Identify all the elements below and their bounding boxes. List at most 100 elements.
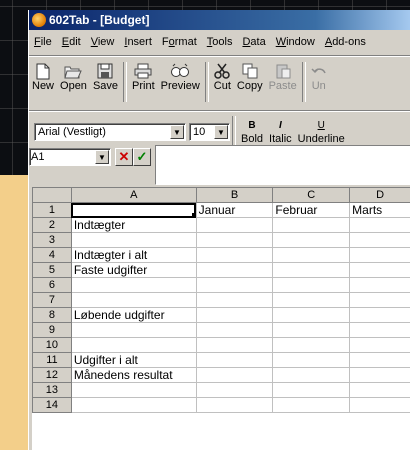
cell-c6[interactable] [272, 277, 351, 293]
cell-d14[interactable] [349, 397, 410, 413]
row-header[interactable]: 11 [32, 352, 72, 368]
italic-button[interactable]: I Italic [266, 119, 295, 145]
cell-b2[interactable] [195, 217, 274, 233]
cancel-edit-button[interactable]: ✕ [115, 148, 133, 166]
copy-button[interactable]: Copy [234, 58, 266, 92]
row-header[interactable]: 5 [32, 262, 72, 278]
cell-b6[interactable] [195, 277, 274, 293]
cell-a11[interactable]: Udgifter i alt [70, 352, 197, 368]
cell-b12[interactable] [195, 367, 274, 383]
row-header[interactable]: 8 [32, 307, 72, 323]
undo-button[interactable]: Un [308, 58, 330, 92]
cell-a4[interactable]: Indtægter i alt [70, 247, 197, 263]
cell-d5[interactable] [349, 262, 410, 278]
new-button[interactable]: New [29, 58, 57, 92]
cell-a7[interactable] [70, 292, 197, 308]
row-header[interactable]: 6 [32, 277, 72, 293]
menu-data[interactable]: Data [237, 36, 270, 48]
cell-a3[interactable] [70, 232, 197, 248]
cell-a8[interactable]: Løbende udgifter [70, 307, 197, 323]
row-header[interactable]: 7 [32, 292, 72, 308]
cell-b1[interactable]: Januar [195, 202, 274, 218]
column-header-d[interactable]: D [349, 187, 410, 203]
column-header-a[interactable]: A [70, 187, 197, 203]
cell-a12[interactable]: Månedens resultat [70, 367, 197, 383]
row-header[interactable]: 1 [32, 202, 72, 218]
cell-a5[interactable]: Faste udgifter [70, 262, 197, 278]
cell-c14[interactable] [272, 397, 351, 413]
cell-d10[interactable] [349, 337, 410, 353]
menu-insert[interactable]: Insert [119, 36, 157, 48]
row-header[interactable]: 14 [32, 397, 72, 413]
cell-d3[interactable] [349, 232, 410, 248]
cell-b4[interactable] [195, 247, 274, 263]
cell-d4[interactable] [349, 247, 410, 263]
cell-c8[interactable] [272, 307, 351, 323]
cell-b7[interactable] [195, 292, 274, 308]
cell-c12[interactable] [272, 367, 351, 383]
cell-d9[interactable] [349, 322, 410, 338]
font-size-dropdown-arrow-icon[interactable]: ▼ [214, 125, 228, 139]
cell-d13[interactable] [349, 382, 410, 398]
cell-a1[interactable] [70, 202, 197, 218]
cell-a2[interactable]: Indtægter [70, 217, 197, 233]
cell-c11[interactable] [272, 352, 351, 368]
cell-a6[interactable] [70, 277, 197, 293]
bold-button[interactable]: B Bold [238, 119, 266, 145]
menu-add-ons[interactable]: Add-ons [320, 36, 371, 48]
cell-b3[interactable] [195, 232, 274, 248]
underline-button[interactable]: U Underline [295, 119, 348, 145]
row-header[interactable]: 10 [32, 337, 72, 353]
cell-a14[interactable] [70, 397, 197, 413]
menu-window[interactable]: Window [271, 36, 320, 48]
cell-c3[interactable] [272, 232, 351, 248]
cell-d12[interactable] [349, 367, 410, 383]
fill-handle[interactable] [191, 213, 196, 217]
open-button[interactable]: Open [57, 58, 90, 92]
row-header[interactable]: 9 [32, 322, 72, 338]
cell-b14[interactable] [195, 397, 274, 413]
menu-format[interactable]: Format [157, 36, 202, 48]
confirm-edit-button[interactable]: ✓ [133, 148, 151, 166]
cell-b13[interactable] [195, 382, 274, 398]
menu-view[interactable]: View [86, 36, 120, 48]
cell-c9[interactable] [272, 322, 351, 338]
cell-b9[interactable] [195, 322, 274, 338]
cell-c7[interactable] [272, 292, 351, 308]
cell-b8[interactable] [195, 307, 274, 323]
cell-b10[interactable] [195, 337, 274, 353]
cut-button[interactable]: Cut [211, 58, 234, 92]
cell-b5[interactable] [195, 262, 274, 278]
print-button[interactable]: Print [129, 58, 158, 92]
cell-d6[interactable] [349, 277, 410, 293]
cell-d11[interactable] [349, 352, 410, 368]
cell-c5[interactable] [272, 262, 351, 278]
cell-a10[interactable] [70, 337, 197, 353]
cell-d2[interactable] [349, 217, 410, 233]
menu-edit[interactable]: Edit [57, 36, 86, 48]
menu-tools[interactable]: Tools [202, 36, 238, 48]
cell-d8[interactable] [349, 307, 410, 323]
paste-button[interactable]: Paste [266, 58, 300, 92]
column-header-c[interactable]: C [272, 187, 351, 203]
cell-c10[interactable] [272, 337, 351, 353]
cell-b11[interactable] [195, 352, 274, 368]
cell-a9[interactable] [70, 322, 197, 338]
cell-c13[interactable] [272, 382, 351, 398]
font-dropdown-arrow-icon[interactable]: ▼ [170, 125, 184, 139]
column-header-b[interactable]: B [195, 187, 274, 203]
font-name-combo[interactable]: Arial (Vestligt) ▼ [34, 123, 186, 141]
row-header[interactable]: 13 [32, 382, 72, 398]
cell-c4[interactable] [272, 247, 351, 263]
cell-a13[interactable] [70, 382, 197, 398]
preview-button[interactable]: Preview [158, 58, 203, 92]
menu-file[interactable]: File [29, 36, 57, 48]
name-box-dropdown-arrow-icon[interactable]: ▼ [95, 150, 109, 164]
row-header[interactable]: 2 [32, 217, 72, 233]
name-box[interactable]: A1 ▼ [29, 148, 111, 166]
save-button[interactable]: Save [90, 58, 121, 92]
cell-c1[interactable]: Februar [272, 202, 351, 218]
cell-c2[interactable] [272, 217, 351, 233]
formula-input[interactable] [155, 145, 410, 185]
row-header[interactable]: 12 [32, 367, 72, 383]
